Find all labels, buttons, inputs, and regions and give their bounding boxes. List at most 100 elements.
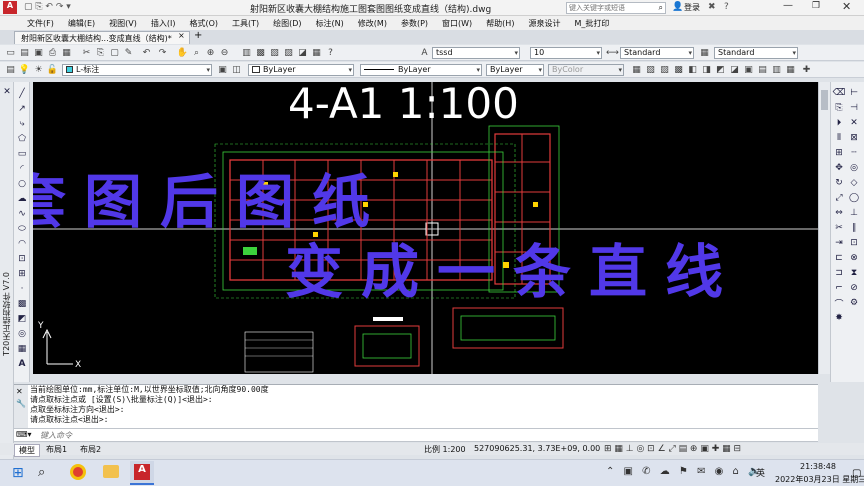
tray-icons[interactable]: ⌃ ▣ ✆ ☁ ⚑ ✉ ◉ ⌂ 🔈	[606, 466, 764, 477]
tianzheng-tool-8-icon[interactable]: ◪	[728, 64, 741, 76]
gradient-icon[interactable]: ◩	[16, 313, 28, 325]
notification-icon[interactable]: ▢	[852, 468, 861, 479]
text-style-icon[interactable]: A	[418, 47, 431, 59]
close-icon[interactable]: ✕	[16, 387, 23, 396]
tab-model[interactable]: 模型	[14, 444, 40, 457]
panel-close-icon[interactable]: ✕	[1, 86, 13, 98]
exchange-icon[interactable]: ✖	[708, 2, 716, 12]
tianzheng-tool-9-icon[interactable]: ▣	[742, 64, 755, 76]
stretch-icon[interactable]: ⇔	[833, 207, 845, 219]
scroll-thumb[interactable]	[821, 90, 828, 110]
document-tab-close-button[interactable]: ×	[178, 31, 185, 40]
point-icon[interactable]: ·	[16, 283, 28, 295]
new-tab-button[interactable]: +	[194, 30, 202, 41]
preview-icon[interactable]: ▦	[60, 47, 73, 59]
snap-endpoint-icon[interactable]: ⊢	[848, 87, 860, 99]
design-center-icon[interactable]: ▩	[254, 47, 267, 59]
print-icon[interactable]: ⎙	[46, 47, 59, 59]
table-style-icon[interactable]: ▦	[698, 47, 711, 59]
chamfer-icon[interactable]: ⌐	[833, 282, 845, 294]
table-style-select[interactable]: Standard ▾	[714, 47, 798, 59]
snap-quadrant-icon[interactable]: ◇	[848, 177, 860, 189]
start-windows-icon[interactable]: ⊞	[12, 465, 24, 481]
zoom-previous-icon[interactable]: ⊖	[218, 47, 231, 59]
settings-icon[interactable]: 🔧	[16, 399, 26, 408]
annotation-scale[interactable]: 比例 1:200	[420, 444, 470, 455]
ellipse-arc-icon[interactable]: ◠	[16, 238, 28, 250]
status-toggle-icons[interactable]: ⊞ ▦ ⊥ ◎ ⊡ ∠ ⤢ ▤ ⊕ ▣ ✚ ▦ ⊟	[600, 444, 745, 454]
snap-node-icon[interactable]: ⊗	[848, 252, 860, 264]
paste-icon[interactable]: ▢	[108, 47, 121, 59]
make-block-icon[interactable]: ⊞	[16, 268, 28, 280]
tab-layout2[interactable]: 布局2	[76, 444, 105, 455]
snap-insert-icon[interactable]: ⊡	[848, 237, 860, 249]
tianzheng-tool-3-icon[interactable]: ▨	[658, 64, 671, 76]
markup-icon[interactable]: ◪	[296, 47, 309, 59]
chrome-icon[interactable]	[70, 464, 86, 480]
snap-nearest-icon[interactable]: ⧗	[848, 267, 860, 279]
tool-palettes-icon[interactable]: ▧	[268, 47, 281, 59]
sheet-set-icon[interactable]: ▨	[282, 47, 295, 59]
command-window-grip[interactable]: ✕ 🔧	[14, 385, 28, 429]
extend-icon[interactable]: ⇥	[833, 237, 845, 249]
tab-layout1[interactable]: 布局1	[42, 444, 71, 455]
layer-select[interactable]: L-标注 ▾	[62, 64, 212, 76]
rotate-icon[interactable]: ↻	[833, 177, 845, 189]
redo-icon[interactable]: ↷	[156, 47, 169, 59]
document-tab[interactable]: 射阳新区收囊大棚结构...变成直线（结构)*	[14, 31, 190, 44]
mirror-icon[interactable]: ⏵	[833, 117, 845, 129]
ellipse-icon[interactable]: ⬭	[16, 223, 28, 235]
arc-icon[interactable]: ◜	[16, 163, 28, 175]
snap-center-icon[interactable]: ◎	[848, 162, 860, 174]
menu-parametric[interactable]: 参数(P)	[394, 18, 435, 29]
sun-icon[interactable]: ☀	[32, 64, 45, 76]
zoom-window-icon[interactable]: ⊕	[204, 47, 217, 59]
search-input[interactable]	[567, 3, 655, 14]
trim-icon[interactable]: ✂	[833, 222, 845, 234]
snap-none-icon[interactable]: ⊘	[848, 282, 860, 294]
file-explorer-icon[interactable]	[103, 465, 119, 478]
previous-layer-icon[interactable]: ◫	[230, 64, 243, 76]
lineweight-select[interactable]: ByLayer ▾	[486, 64, 544, 76]
erase-icon[interactable]: ⌫	[833, 87, 846, 99]
tianzheng-tool-10-icon[interactable]: ▤	[756, 64, 769, 76]
menu-insert[interactable]: 插入(I)	[144, 18, 183, 29]
autocad-taskbar-button[interactable]: A	[130, 461, 154, 485]
user-icon[interactable]: 👤	[672, 2, 683, 12]
circle-icon[interactable]: ○	[16, 178, 28, 190]
menu-modify[interactable]: 修改(M)	[351, 18, 394, 29]
move-icon[interactable]: ✥	[833, 162, 845, 174]
snap-settings-icon[interactable]: ⚙	[848, 297, 860, 309]
quick-access-icons[interactable]: ▢ ⎘ ↶ ↷ ▾	[24, 2, 71, 12]
command-input-bar[interactable]: ⌨▾	[14, 428, 818, 442]
zoom-realtime-icon[interactable]: ⌕	[190, 47, 203, 59]
help-icon[interactable]: ?	[724, 2, 729, 12]
menu-dimension[interactable]: 标注(N)	[309, 18, 351, 29]
command-input[interactable]	[40, 430, 340, 441]
construction-line-icon[interactable]: ↗	[16, 103, 28, 115]
break-icon[interactable]: ⊏	[833, 252, 845, 264]
ime-indicator[interactable]: 英	[756, 466, 765, 479]
cut-icon[interactable]: ✂	[80, 47, 93, 59]
join-icon[interactable]: ⊐	[833, 267, 845, 279]
restore-button[interactable]: ❐	[812, 1, 820, 11]
mtext-icon[interactable]: A	[16, 358, 28, 370]
snap-intersection-icon[interactable]: ✕	[848, 117, 860, 129]
fillet-icon[interactable]: ⌒	[833, 297, 845, 310]
menu-batch-plot[interactable]: M_批打印	[567, 18, 616, 29]
app-logo-icon[interactable]: A	[3, 1, 17, 14]
insert-block-icon[interactable]: ⊡	[16, 253, 28, 265]
menu-tools[interactable]: 工具(T)	[225, 18, 266, 29]
undo-icon[interactable]: ↶	[140, 47, 153, 59]
save-icon[interactable]: ▣	[32, 47, 45, 59]
copy-icon[interactable]: ⎘	[94, 47, 107, 59]
match-prop-icon[interactable]: ✎	[122, 47, 135, 59]
menu-draw[interactable]: 绘图(D)	[266, 18, 308, 29]
text-style-select[interactable]: tssd ▾	[432, 47, 520, 59]
array-icon[interactable]: ⊞	[833, 147, 845, 159]
tianzheng-tool-12-icon[interactable]: ▦	[784, 64, 797, 76]
menu-file[interactable]: 文件(F)	[20, 18, 61, 29]
make-current-layer-icon[interactable]: ▣	[216, 64, 229, 76]
vertical-scrollbar[interactable]	[818, 82, 830, 374]
hatch-icon[interactable]: ▩	[16, 298, 28, 310]
